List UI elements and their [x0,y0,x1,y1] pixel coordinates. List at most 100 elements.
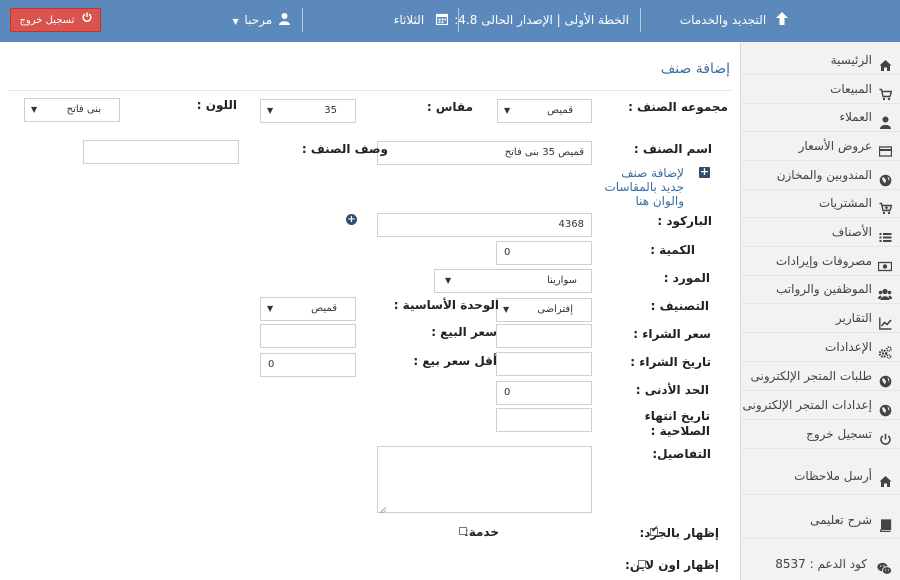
item-description-input[interactable] [83,140,239,164]
sidebar-item-logout[interactable]: تسجيل خروج [742,420,900,448]
generate-barcode-icon[interactable]: + [346,214,357,225]
sidebar-item-customers[interactable]: العملاء [742,103,900,131]
money-icon [877,255,893,272]
base-unit-value: قميص [311,303,337,314]
item-group-value: قميص [547,105,573,116]
expiry-date-input[interactable] [496,408,592,432]
add-variants-line: لإضافة صنف [621,166,684,180]
min-stock-input[interactable]: 0 [496,381,592,405]
purchase-date-label: تاريخ الشراء : [630,355,711,369]
plus-square-icon: + [699,165,710,178]
details-textarea[interactable] [377,446,592,514]
wechat-icon [877,557,892,575]
logout-button[interactable]: تسجيل خروج [10,8,101,32]
sidebar-item-quotes[interactable]: عروض الأسعار [742,132,900,160]
service-checkbox[interactable] [459,527,467,535]
select-arrow-icon: ▼ [267,106,274,115]
cart-icon [879,83,893,101]
day-label: الثلاثاء [393,13,425,27]
item-name-label: اسم الصنف : [633,142,712,156]
sidebar-item-settings[interactable]: الإعدادات [742,333,900,361]
gears-icon [878,341,892,359]
select-arrow-icon: ▼ [31,105,38,114]
topbar-divider [302,8,303,32]
sidebar-item-label: المندوبين والمخازن [776,168,872,182]
tutorial-link[interactable]: شرح تعليمى [742,506,900,534]
sidebar-divider [742,448,900,449]
sidebar-item-label: تسجيل خروج [806,427,872,441]
support-code: كود الدعم : 8537 [742,550,900,578]
user-icon [279,1,290,41]
sidebar-item-sales[interactable]: المبيعات [742,75,900,103]
item-name-input[interactable]: قميص 35 بنى فاتح [377,141,592,165]
top-navbar: التجديد والخدمات الخطة الأولى | الإصدار … [0,0,900,42]
globe-icon [879,370,892,388]
renew-services-link[interactable]: التجديد والخدمات [680,0,788,42]
sidebar-item-employees[interactable]: الموظفين والرواتب [742,275,900,303]
send-feedback-link[interactable]: أرسل ملاحظات [742,462,900,490]
date-display: الثلاثاء [393,0,449,42]
sidebar-item-store-settings[interactable]: إعدادات المتجر الإلكترونى [742,391,900,419]
sidebar-item-home[interactable]: الرئيسية [742,46,900,74]
plan-version-text: الخطة الأولى | الإصدار الحالى 4.8: [454,0,629,42]
sidebar-item-label: الإعدادات [825,340,872,354]
user-icon [879,111,892,129]
sell-price-input[interactable] [260,324,356,348]
color-value: بنى فاتح [66,104,101,115]
min-sell-price-input[interactable]: 0 [260,353,356,377]
title-divider [8,90,732,91]
item-description-label: وصف الصنف : [301,142,388,156]
buy-price-input[interactable] [496,324,592,348]
sidebar-divider [742,538,900,539]
size-select[interactable]: 35 ▼ [260,99,356,123]
color-select[interactable]: بنى فاتح ▼ [24,98,120,122]
show-in-inventory-checkbox[interactable]: ✔ [650,525,659,536]
book-icon [879,514,892,533]
resize-handle-icon[interactable] [379,503,387,514]
size-value: 35 [324,105,337,116]
details-label: التفاصيل: [652,447,711,461]
sidebar-item-label: المبيعات [830,82,872,96]
sidebar-item-items[interactable]: الأصناف [742,218,900,246]
item-group-select[interactable]: قميص ▼ [497,99,592,123]
show-online-checkbox[interactable] [638,560,646,568]
sidebar-item-purchases[interactable]: المشتريات [742,189,900,217]
sidebar-item-reports[interactable]: التقارير [742,304,900,332]
sidebar-item-label: عروض الأسعار [798,139,872,153]
user-menu-toggle[interactable]: مرحبا ▼ [232,0,290,42]
globe-icon [879,399,892,417]
base-unit-select[interactable]: قميص ▼ [260,297,356,321]
add-item-form: إضافة صنف مجموعه الصنف : قميص ▼ مقاس : 3… [0,42,740,580]
topbar-divider [640,8,641,32]
power-icon [82,9,92,31]
home-icon [879,470,892,487]
supplier-select[interactable]: سوارينا ▼ [434,269,592,293]
purchase-date-input[interactable] [496,352,592,376]
select-arrow-icon: ▼ [504,106,511,115]
globe-icon [879,169,892,187]
size-label: مقاس : [426,100,473,114]
barcode-input[interactable]: 4368 [377,213,592,237]
supplier-label: المورد : [663,271,710,285]
checkmark-icon: ✔ [651,525,659,535]
sidebar-divider [742,494,900,495]
expiry-date-label: تاريخ انتهاء الصلاحية : [645,409,710,439]
expiry-label-line: الصلاحية : [650,424,710,438]
item-group-label: مجموعه الصنف : [628,100,728,114]
sidebar-item-reps-warehouses[interactable]: المندوبين والمخازن [742,161,900,189]
quantity-label: الكمية : [650,243,695,257]
category-select[interactable]: إفتراضى ▼ [496,298,592,322]
sidebar-item-store-orders[interactable]: طلبات المتجر الإلكترونى [742,362,900,390]
sidebar-item-label: طلبات المتجر الإلكترونى [750,369,872,383]
quantity-input[interactable]: 0 [496,241,592,265]
chart-icon [879,312,892,330]
sell-price-label: سعر البيع : [431,325,497,339]
sidebar-item-label: المشتريات [818,196,872,210]
add-variants-link[interactable]: لإضافة صنف جديد بالمقاسات والوان هنا [605,166,685,208]
sidebar-item-label: التقارير [835,311,872,325]
barcode-label: الباركود : [657,214,712,228]
users-icon [878,283,892,300]
arrow-up-icon [776,1,788,41]
card-icon [878,140,893,157]
sidebar-item-expenses[interactable]: مصروفات وإيرادات [742,247,900,275]
